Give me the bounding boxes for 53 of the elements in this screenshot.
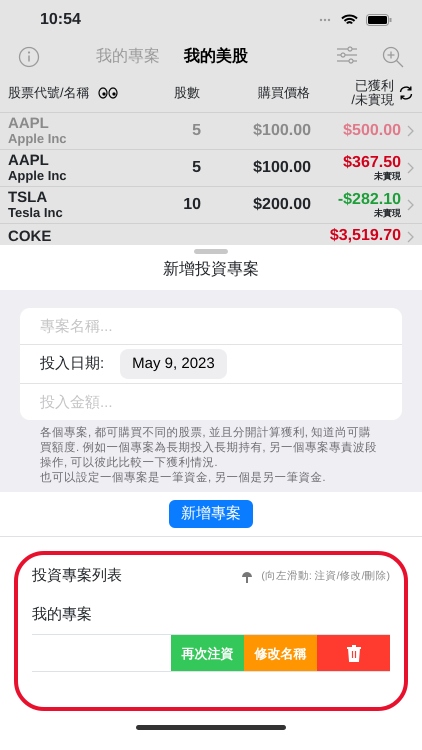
wifi-icon <box>341 14 358 26</box>
share-count: 5 <box>191 160 201 176</box>
zoom-in-icon[interactable] <box>382 46 404 68</box>
stock-ticker: AAPL <box>8 153 50 170</box>
battery-icon <box>366 14 392 26</box>
list-title: 投資專案列表 <box>32 566 122 586</box>
name-field[interactable]: 專案名稱... <box>20 308 402 344</box>
unrealized-label: 未實現 <box>374 208 401 218</box>
chevron-icon <box>407 162 414 174</box>
refresh-icon[interactable] <box>398 85 414 101</box>
date-picker[interactable]: May 9, 2023 <box>120 348 227 380</box>
info-icon[interactable] <box>18 46 40 68</box>
delete-button[interactable] <box>317 635 390 672</box>
column-header: 已獲利 /未實現 <box>351 78 394 108</box>
trash-icon <box>346 644 362 662</box>
stock-ticker: COKE <box>8 228 52 244</box>
share-count: 5 <box>191 122 201 140</box>
company-name: Apple Inc <box>8 132 68 146</box>
profit-amount: $500.00 <box>343 122 401 140</box>
stock-row[interactable]: AAPL Apple Inc 5 $100.00 $367.50 未實現 <box>0 149 422 186</box>
profit-amount: -$282.10 <box>338 192 401 208</box>
unrealized-label: 未實現 <box>374 172 401 182</box>
stock-ticker: AAPL <box>8 116 50 132</box>
help-text: 也可以設定一個專案是一筆資金, 另一個是另一筆資金. <box>40 470 327 486</box>
company-name: Tesla Inc <box>8 206 64 220</box>
column-header: 股票代號/名稱 <box>8 84 90 102</box>
swipe-hint: (向左滑動: 注資/修改/刪除) <box>261 568 390 584</box>
home-indicator[interactable] <box>136 725 286 730</box>
add-project-button[interactable]: 新增專案 <box>169 500 253 528</box>
share-count: 10 <box>182 196 201 214</box>
project-name[interactable]: 我的專案 <box>32 604 390 626</box>
sliders-icon[interactable] <box>336 46 358 64</box>
column-header: 股數 <box>173 84 200 102</box>
purchase-price: $200.00 <box>252 196 311 214</box>
company-name: Apple Inc <box>8 169 68 183</box>
stock-row[interactable]: TSLA Tesla Inc 10 $200.00 -$282.10 未實現 <box>0 186 422 223</box>
amount-field[interactable]: 投入金額... <box>20 384 402 420</box>
purchase-price: $100.00 <box>252 160 311 176</box>
column-header: 購買價格 <box>257 84 310 102</box>
help-text: 各個專案, 都可購買不同的股票, 並且分開計算獲利, 知道尚可購買額度. 例如一個專案為長期投入長期持有, 另一個專案專責波段操作, 可以彼此比較一下獲利情況. <box>40 426 378 471</box>
chevron-icon <box>407 125 414 137</box>
signal-icon <box>319 18 333 22</box>
profit-amount: $3,519.70 <box>330 228 401 245</box>
purchase-price: $100.00 <box>252 122 311 140</box>
tab[interactable]: 我的美股 <box>184 45 248 69</box>
chevron-icon <box>407 230 414 242</box>
eyes-icon[interactable] <box>98 87 118 99</box>
profit-amount: $367.50 <box>343 154 401 171</box>
stock-ticker: TSLA <box>8 190 48 206</box>
chevron-icon <box>407 199 414 211</box>
sheet-title: 新增投資專案 <box>163 261 259 278</box>
clock-time: 10:54 <box>40 10 81 30</box>
date-label: 投入日期: <box>40 354 104 374</box>
